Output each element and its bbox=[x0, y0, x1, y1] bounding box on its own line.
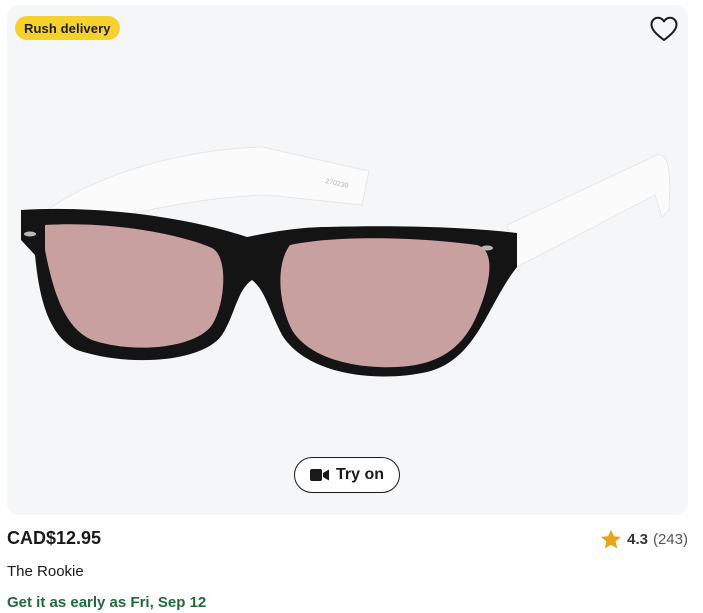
product-image[interactable]: 270230 bbox=[7, 5, 688, 515]
video-camera-icon bbox=[309, 469, 329, 481]
rating-score: 4.3 bbox=[627, 531, 648, 548]
rating-count: (243) bbox=[652, 531, 688, 548]
delivery-estimate: Get it as early as Fri, Sep 12 bbox=[7, 594, 207, 611]
product-price: CAD$12.95 bbox=[7, 528, 102, 548]
favorite-button[interactable] bbox=[648, 13, 680, 45]
rush-delivery-badge: Rush delivery bbox=[15, 16, 120, 40]
try-on-label: Try on bbox=[335, 466, 384, 483]
product-image-area[interactable]: 270230 Rush delivery Try on bbox=[7, 5, 688, 515]
try-on-button[interactable]: Try on bbox=[294, 457, 400, 493]
product-name[interactable]: The Rookie bbox=[7, 563, 84, 580]
product-rating[interactable]: 4.3 (243) bbox=[600, 529, 688, 550]
heart-outline-icon[interactable] bbox=[650, 16, 678, 42]
star-icon bbox=[601, 529, 622, 549]
